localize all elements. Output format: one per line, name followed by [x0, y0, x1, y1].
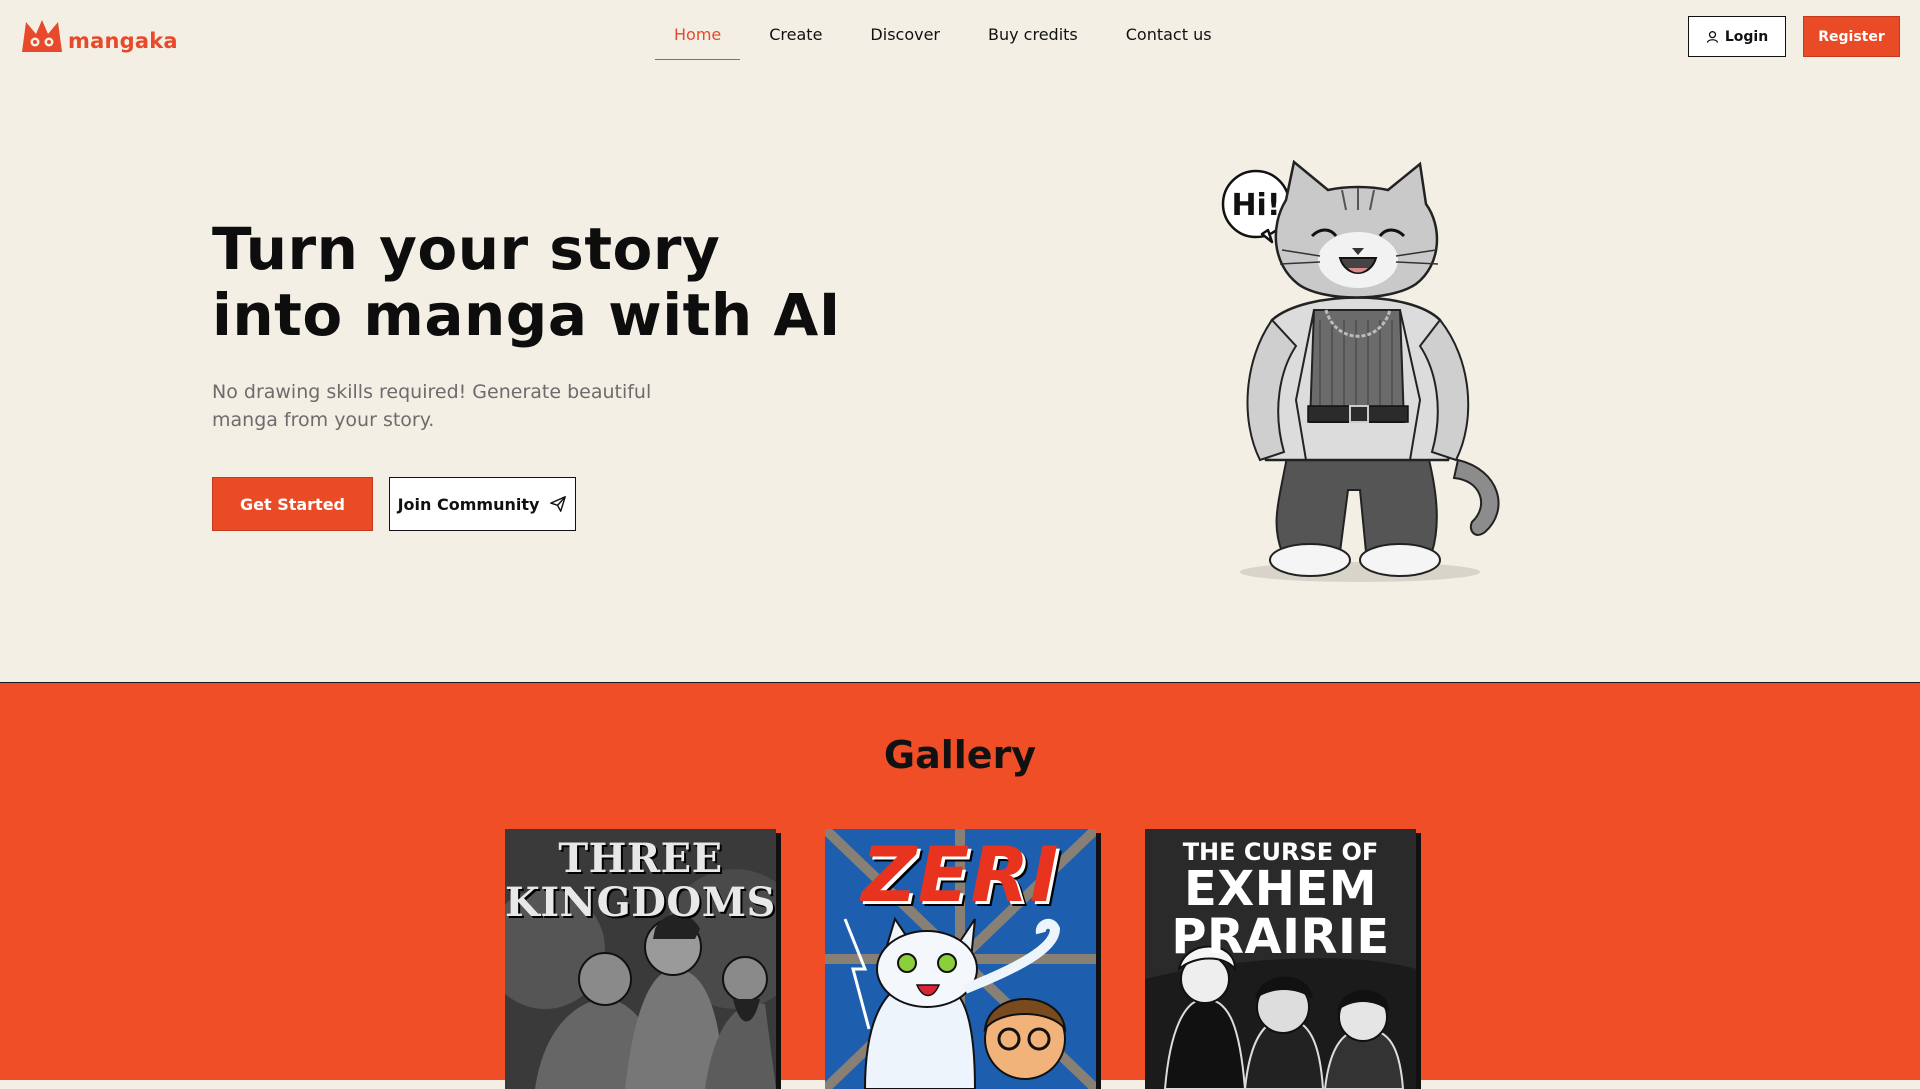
get-started-button[interactable]: Get Started	[212, 477, 373, 531]
main-nav: Home Create Discover Buy credits Contact…	[650, 0, 1236, 62]
cat-mascot-illustration: Hi!	[1221, 160, 1500, 582]
nav-discover[interactable]: Discover	[846, 0, 964, 62]
hero-title: Turn your story into manga with AI	[212, 216, 841, 348]
nav-home[interactable]: Home	[650, 0, 745, 62]
mangaka-logo-icon	[22, 20, 62, 52]
cover-title-exhem-prairie: EXHEM PRAIRIE	[1145, 865, 1416, 961]
join-community-button[interactable]: Join Community	[389, 477, 576, 531]
gallery-cover-three-kingdoms[interactable]: THREE KINGDOMS	[505, 829, 776, 1089]
speech-bubble-text: Hi!	[1231, 188, 1280, 223]
brand-name: mangaka	[68, 29, 178, 53]
gallery-title: Gallery	[883, 733, 1037, 777]
hero-subtitle-line-1: No drawing skills required! Generate bea…	[212, 381, 652, 403]
login-label: Login	[1724, 28, 1769, 45]
gallery-section: Gallery THREE KINGDOMS ZERI THE CURSE OF…	[0, 682, 1920, 1089]
user-icon	[1706, 31, 1719, 43]
hero-subtitle: No drawing skills required! Generate bea…	[212, 378, 692, 434]
register-button[interactable]: Register	[1803, 16, 1900, 57]
gallery-cover-zeri[interactable]: ZERI	[825, 829, 1096, 1089]
nav-create[interactable]: Create	[745, 0, 846, 62]
hero-subtitle-line-2: manga from your story.	[212, 409, 435, 431]
cover-title-zeri: ZERI	[861, 830, 1060, 919]
logo[interactable]: mangaka	[20, 16, 178, 54]
nav-contact-us[interactable]: Contact us	[1102, 0, 1236, 62]
cover-title-line-1: THREE	[558, 835, 723, 882]
paper-plane-icon	[550, 496, 567, 512]
cover-title-three-kingdoms: THREE KINGDOMS	[505, 837, 776, 925]
hero-title-line-1: Turn your story	[212, 215, 721, 283]
gallery-cover-curse-of-exhem-prairie[interactable]: THE CURSE OF EXHEM PRAIRIE	[1145, 829, 1416, 1089]
login-button[interactable]: Login	[1688, 16, 1786, 57]
hero-title-line-2: into manga with AI	[212, 281, 841, 349]
join-community-label: Join Community	[397, 494, 540, 514]
nav-buy-credits[interactable]: Buy credits	[964, 0, 1102, 62]
site-header: mangaka Home Create Discover Buy credits…	[0, 0, 1920, 72]
cover-title-line-2: KINGDOMS	[505, 879, 776, 926]
cover-title-line-2: PRAIRIE	[1171, 909, 1390, 965]
